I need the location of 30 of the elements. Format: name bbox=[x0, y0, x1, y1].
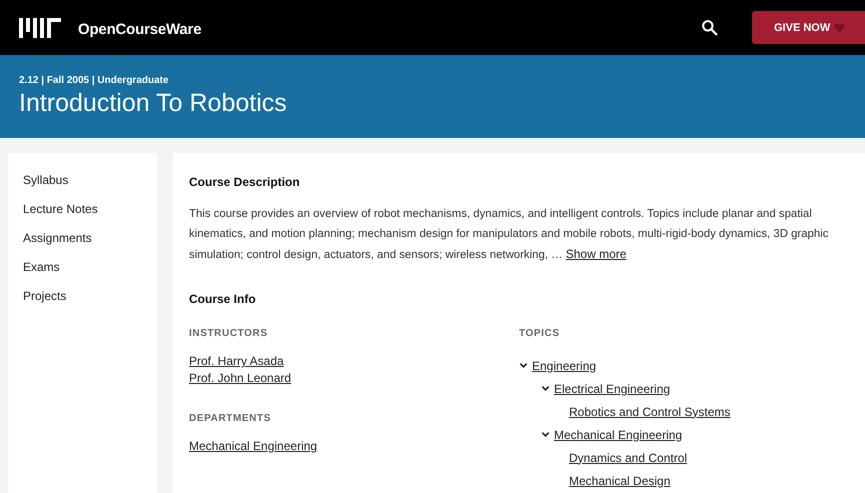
site-name[interactable]: OpenCourseWare bbox=[78, 20, 202, 38]
show-more-link[interactable]: Show more bbox=[566, 247, 626, 261]
topic-link[interactable]: Mechanical Design bbox=[569, 474, 670, 488]
sidebar-item[interactable]: Assignments bbox=[8, 231, 157, 260]
chevron-icon[interactable] bbox=[541, 384, 550, 393]
department-link[interactable]: Mechanical Engineering bbox=[189, 438, 318, 455]
field-label: TOPICS bbox=[519, 328, 561, 339]
topic-link[interactable]: Engineering bbox=[532, 358, 596, 372]
sidebar-item[interactable]: Exams bbox=[8, 260, 157, 289]
chevron-icon[interactable] bbox=[519, 361, 528, 370]
section-heading: Course Info bbox=[189, 292, 257, 306]
heart-icon bbox=[834, 22, 846, 32]
section-heading: Course Description bbox=[189, 175, 301, 189]
field-label: DEPARTMENTS bbox=[189, 413, 272, 424]
sidebar-item[interactable]: Syllabus bbox=[8, 173, 157, 202]
topic-link[interactable]: Electrical Engineering bbox=[554, 382, 670, 396]
course-title: Introduction To Robotics bbox=[19, 89, 288, 118]
sidebar-item[interactable]: Projects bbox=[8, 289, 157, 318]
topic-link[interactable]: Mechanical Engineering bbox=[554, 428, 682, 442]
topic-link[interactable]: Robotics and Control Systems bbox=[569, 404, 730, 418]
course-meta: 2.12 | Fall 2005 | Undergraduate bbox=[19, 75, 170, 86]
course-description: This course provides an overview of robot mechanisms, dynamics, and intelligent controls. Topics include planar and spatial kinematics, and motion planning; mechanism design for manipulators and mobile robots, multi-rigid-body dynamics, 3D graphic simulation; control design, actuators, and sensors; wireless networking, … Show more bbox=[189, 207, 830, 263]
search-icon[interactable] bbox=[701, 19, 718, 36]
instructor-link[interactable]: Prof. John Leonard bbox=[189, 370, 292, 387]
field-label: INSTRUCTORS bbox=[189, 328, 269, 339]
topic-link[interactable]: Dynamics and Control bbox=[569, 450, 688, 464]
sidebar-item[interactable]: Lecture Notes bbox=[8, 202, 157, 231]
give-now-button[interactable]: GIVE NOW bbox=[752, 11, 865, 44]
chevron-icon[interactable] bbox=[541, 430, 550, 439]
instructor-link[interactable]: Prof. Harry Asada bbox=[189, 353, 284, 370]
